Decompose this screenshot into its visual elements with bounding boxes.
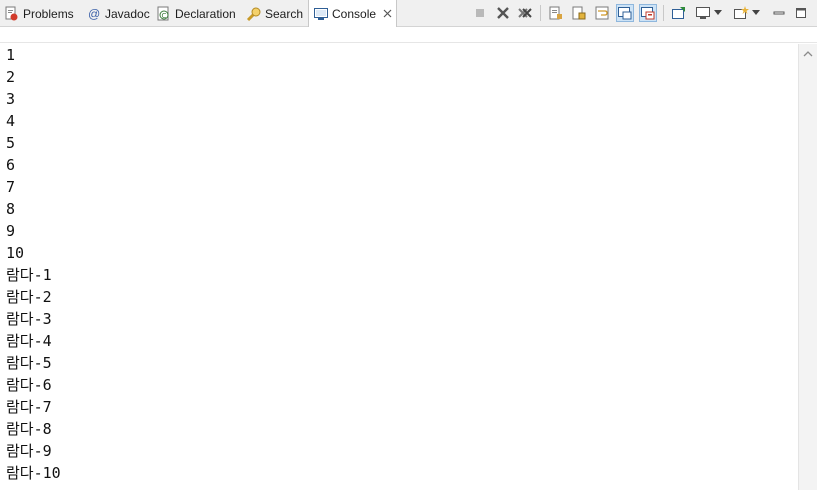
console-line: 람다-4 <box>6 332 52 350</box>
console-line: 람다-7 <box>6 398 52 416</box>
tab-label: Javadoc <box>105 6 150 21</box>
console-line: 6 <box>6 156 16 174</box>
open-console-icon[interactable] <box>732 4 750 22</box>
console-icon <box>313 6 329 22</box>
console-description-strip <box>0 27 817 43</box>
clear-console-icon[interactable] <box>547 4 565 22</box>
close-icon[interactable] <box>382 9 392 19</box>
show-console-on-stdout-icon[interactable] <box>616 4 634 22</box>
chevron-down-icon[interactable] <box>712 4 724 22</box>
minimize-icon[interactable] <box>770 4 788 22</box>
search-icon <box>246 6 262 22</box>
display-selected-console-icon[interactable] <box>694 4 712 22</box>
show-console-on-stderr-icon[interactable] <box>639 4 657 22</box>
toolbar-separator <box>540 5 541 21</box>
svg-text:C: C <box>162 12 167 20</box>
console-line: 람다-2 <box>6 288 52 306</box>
console-line: 람다-6 <box>6 376 52 394</box>
word-wrap-icon[interactable] <box>593 4 611 22</box>
console-line: 2 <box>6 68 16 86</box>
console-line: 람다-10 <box>6 464 61 482</box>
console-line: 5 <box>6 134 16 152</box>
console-line: 3 <box>6 90 16 108</box>
console-line: 9 <box>6 222 16 240</box>
view-tab-bar: Problems @ Javadoc C Declaration Search … <box>0 0 817 27</box>
terminate-icon[interactable] <box>471 4 489 22</box>
tab-declaration[interactable]: C Declaration <box>156 0 236 27</box>
chevron-down-icon[interactable] <box>750 4 762 22</box>
console-line: 람다-3 <box>6 310 52 328</box>
console-line: 람다-9 <box>6 442 52 460</box>
console-line: 1 <box>6 46 16 64</box>
scroll-lock-icon[interactable] <box>570 4 588 22</box>
remove-all-terminated-icon[interactable] <box>516 4 534 22</box>
console-line: 10 <box>6 244 25 262</box>
tab-label: Declaration <box>175 6 236 21</box>
maximize-icon[interactable] <box>792 4 810 22</box>
tab-search[interactable]: Search <box>246 0 303 27</box>
console-line: 람다-1 <box>6 266 52 284</box>
vertical-scrollbar[interactable] <box>798 44 817 490</box>
console-line: 4 <box>6 112 16 130</box>
tab-label: Problems <box>23 6 74 21</box>
toolbar-separator <box>663 5 664 21</box>
scroll-up-icon[interactable] <box>799 44 817 62</box>
tab-label: Search <box>265 6 304 21</box>
console-line: 8 <box>6 200 16 218</box>
javadoc-icon: @ <box>87 6 101 21</box>
remove-launch-icon[interactable] <box>494 4 512 22</box>
tab-problems[interactable]: Problems <box>4 0 74 27</box>
console-output[interactable]: 1 2 3 4 5 6 7 8 9 10 람다-1 람다-2 람다-3 람다-4 람다-5 람다-6 람다-7 람… <box>0 44 798 490</box>
console-line: 람다-5 <box>6 354 52 372</box>
pin-console-icon[interactable] <box>670 4 688 22</box>
declaration-icon: C <box>156 6 172 22</box>
tab-javadoc[interactable]: @ Javadoc <box>86 0 150 27</box>
console-line: 7 <box>6 178 16 196</box>
problems-icon <box>4 6 20 22</box>
tab-console[interactable]: Console <box>308 0 398 27</box>
tab-label: Console <box>332 6 377 21</box>
console-line: 람다-8 <box>6 420 52 438</box>
